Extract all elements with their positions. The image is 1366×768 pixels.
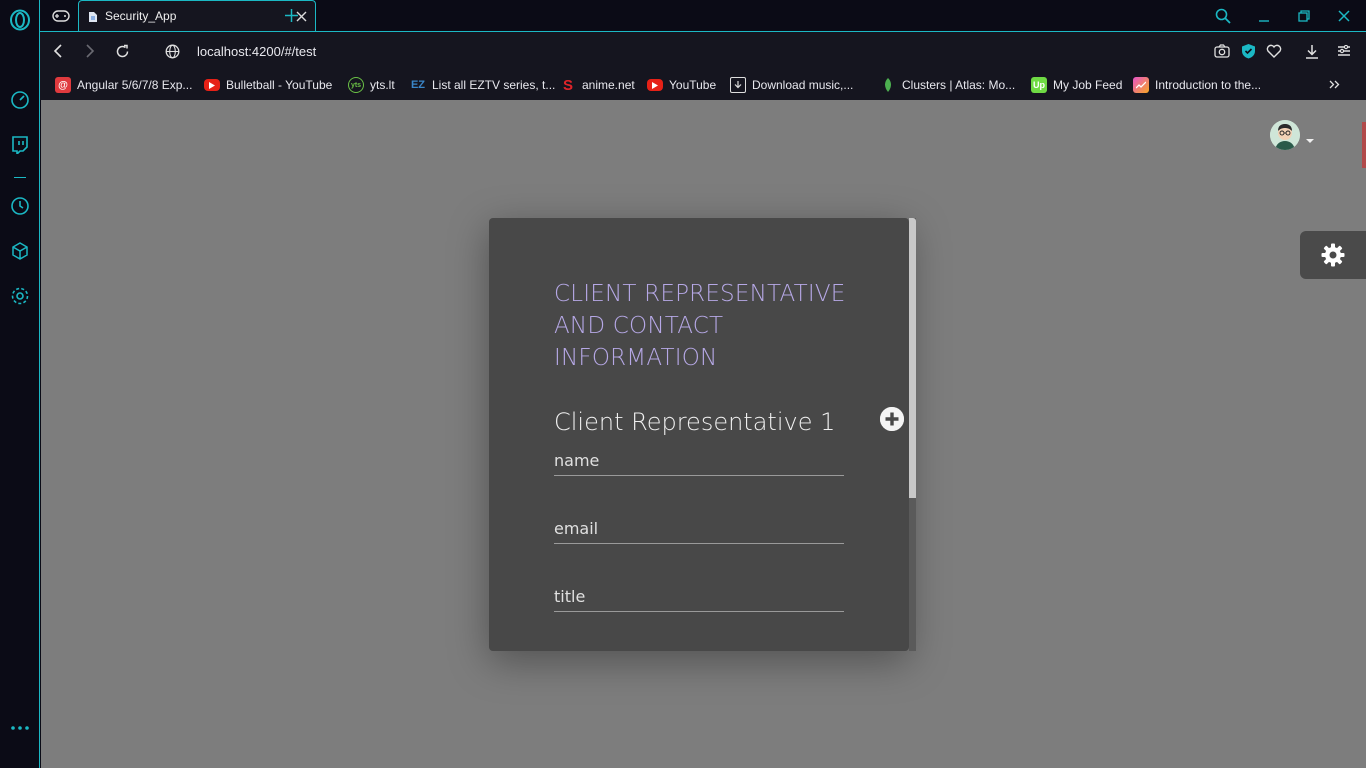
search-tabs-icon[interactable] bbox=[1212, 5, 1234, 27]
bookmark-item[interactable]: Download music,... bbox=[730, 75, 853, 95]
gamepad-icon[interactable] bbox=[50, 5, 72, 27]
bookmark-label: Download music,... bbox=[752, 78, 854, 92]
youtube-icon bbox=[647, 79, 663, 91]
bookmark-label: YouTube bbox=[669, 78, 717, 92]
tab-strip: Security_App bbox=[40, 0, 1366, 31]
bookmark-item[interactable]: Bulletball - YouTube bbox=[204, 75, 332, 95]
bookmark-item[interactable]: Introduction to the... bbox=[1133, 75, 1261, 95]
minimize-icon[interactable] bbox=[1253, 5, 1275, 27]
address-toolbar: localhost:4200/#/test bbox=[40, 31, 1366, 69]
s-logo-icon: S bbox=[562, 76, 573, 94]
at-icon: @ bbox=[55, 77, 71, 93]
title-field bbox=[554, 582, 844, 612]
edge-indicator bbox=[1362, 122, 1366, 168]
forward-icon[interactable] bbox=[80, 41, 100, 61]
bookmark-item[interactable]: yts yts.lt bbox=[348, 75, 395, 95]
download-icon bbox=[730, 77, 746, 93]
youtube-icon bbox=[204, 79, 220, 91]
bookmark-item[interactable]: YouTube bbox=[647, 75, 716, 95]
reload-icon[interactable] bbox=[112, 41, 132, 61]
bookmark-item[interactable]: Clusters | Atlas: Mo... bbox=[880, 75, 1015, 95]
card-scrollbar-thumb[interactable] bbox=[909, 218, 916, 498]
add-representative-button[interactable] bbox=[880, 407, 904, 431]
easy-setup-menu-icon[interactable] bbox=[1334, 41, 1354, 61]
bookmark-label: My Job Feed bbox=[1053, 78, 1123, 92]
twitch-icon[interactable] bbox=[8, 133, 32, 157]
bookmark-label: anime.net bbox=[582, 78, 635, 92]
restore-window-icon[interactable] bbox=[1293, 5, 1315, 27]
gear-icon bbox=[1321, 243, 1345, 267]
more-options-icon[interactable] bbox=[8, 716, 32, 740]
speed-dial-icon[interactable] bbox=[8, 88, 32, 112]
title-input[interactable] bbox=[554, 582, 844, 610]
vpn-shield-icon[interactable] bbox=[1238, 41, 1258, 61]
bookmarks-bar: @ Angular 5/6/7/8 Exp... Bulletball - Yo… bbox=[40, 69, 1366, 100]
download-icon[interactable] bbox=[1302, 41, 1322, 61]
site-info-globe-icon[interactable] bbox=[162, 41, 182, 61]
chart-icon bbox=[1133, 77, 1149, 93]
more-bookmarks-chevron-icon[interactable] bbox=[1326, 76, 1342, 92]
card-title: CLIENT REPRESENTATIVE AND CONTACT INFORM… bbox=[554, 281, 846, 371]
bookmark-label: yts.lt bbox=[370, 78, 395, 92]
yts-icon: yts bbox=[348, 77, 364, 93]
snapshot-camera-icon[interactable] bbox=[1212, 41, 1232, 61]
bookmark-item[interactable]: Up My Job Feed bbox=[1031, 75, 1122, 95]
name-input[interactable] bbox=[554, 446, 844, 474]
bookmark-item[interactable]: EZ List all EZTV series, t... bbox=[410, 75, 555, 95]
new-tab-icon[interactable] bbox=[281, 5, 301, 25]
bookmark-label: Angular 5/6/7/8 Exp... bbox=[77, 78, 193, 92]
extensions-cube-icon[interactable] bbox=[8, 239, 32, 263]
sidebar-divider bbox=[8, 165, 32, 189]
eztv-icon: EZ bbox=[410, 79, 426, 91]
browser-sidebar bbox=[0, 0, 40, 768]
bookmark-item[interactable]: @ Angular 5/6/7/8 Exp... bbox=[55, 75, 192, 95]
bookmark-label: List all EZTV series, t... bbox=[432, 78, 556, 92]
opera-logo-icon[interactable] bbox=[8, 8, 32, 32]
tab-title: Security_App bbox=[105, 9, 177, 23]
heart-icon[interactable] bbox=[1264, 41, 1284, 61]
bookmark-label: Bulletball - YouTube bbox=[226, 78, 333, 92]
page-icon bbox=[88, 10, 98, 22]
bookmark-label: Introduction to the... bbox=[1155, 78, 1262, 92]
email-input[interactable] bbox=[554, 514, 844, 542]
bookmark-label: Clusters | Atlas: Mo... bbox=[902, 78, 1016, 92]
settings-button[interactable] bbox=[1300, 231, 1366, 279]
name-field bbox=[554, 446, 844, 476]
user-avatar[interactable] bbox=[1270, 120, 1300, 150]
settings-gear-icon[interactable] bbox=[8, 284, 32, 308]
back-icon[interactable] bbox=[48, 41, 68, 61]
url-field[interactable]: localhost:4200/#/test bbox=[197, 44, 316, 59]
client-representative-heading: Client Representative 1 bbox=[554, 408, 836, 436]
plus-circle-icon bbox=[880, 407, 904, 431]
bookmark-item[interactable]: S anime.net bbox=[560, 75, 635, 95]
upwork-icon: Up bbox=[1031, 77, 1047, 93]
page-content: CLIENT REPRESENTATIVE AND CONTACT INFORM… bbox=[41, 100, 1366, 768]
avatar-dropdown-caret-icon[interactable] bbox=[1305, 131, 1315, 143]
leaf-icon bbox=[880, 77, 896, 93]
close-window-icon[interactable] bbox=[1333, 5, 1355, 27]
email-field bbox=[554, 514, 844, 544]
history-icon[interactable] bbox=[8, 194, 32, 218]
client-info-card: CLIENT REPRESENTATIVE AND CONTACT INFORM… bbox=[489, 218, 909, 651]
